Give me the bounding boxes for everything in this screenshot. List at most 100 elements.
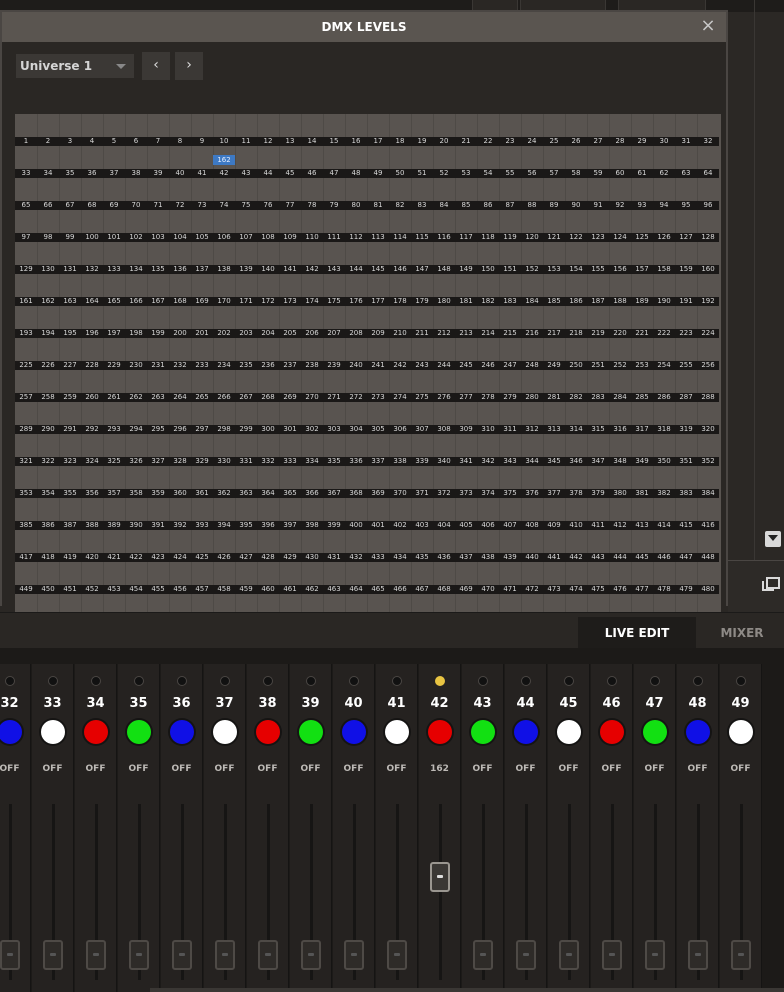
dmx-channel-cell[interactable]: 431 [323,530,345,562]
dmx-channel-cell[interactable]: 421 [103,530,125,562]
dmx-channel-cell[interactable]: 13 [279,114,301,146]
dmx-channel-cell[interactable]: 30 [653,114,675,146]
dmx-channel-cell[interactable]: 455 [147,562,169,594]
dmx-channel-cell[interactable]: 477 [631,562,653,594]
dmx-channel-cell[interactable]: 406 [477,498,499,530]
dmx-channel-cell[interactable]: 265 [191,370,213,402]
dmx-channel-cell[interactable]: 155 [587,242,609,274]
dmx-channel-cell[interactable]: 344 [521,434,543,466]
dmx-channel-cell[interactable]: 154 [565,242,587,274]
dmx-channel-cell[interactable]: 108 [257,210,279,242]
dmx-channel-cell[interactable]: 338 [389,434,411,466]
dmx-channel-cell[interactable]: 279 [499,370,521,402]
dmx-channel-cell[interactable]: 76 [257,178,279,210]
dmx-channel-cell[interactable]: 220 [609,306,631,338]
dmx-channel-cell[interactable]: 236 [257,338,279,370]
dmx-channel-cell[interactable]: 319 [675,402,697,434]
dmx-channel-cell[interactable]: 222 [653,306,675,338]
dmx-channel-cell[interactable]: 418 [37,530,59,562]
dmx-channel-cell[interactable]: 440 [521,530,543,562]
dmx-channel-cell[interactable]: 185 [543,274,565,306]
dmx-channel-cell[interactable]: 96 [697,178,719,210]
dmx-channel-cell[interactable]: 436 [433,530,455,562]
dmx-channel-cell[interactable]: 370 [389,466,411,498]
dmx-channel-cell[interactable]: 148 [433,242,455,274]
fader-handle[interactable] [387,940,407,970]
dmx-channel-cell[interactable]: 182 [477,274,499,306]
dmx-channel-cell[interactable]: 50 [389,146,411,178]
dmx-channel-cell[interactable]: 243 [411,338,433,370]
selection-led-icon[interactable] [564,676,574,686]
dmx-channel-cell[interactable]: 396 [257,498,279,530]
dmx-channel-cell[interactable]: 45 [279,146,301,178]
dmx-channel-cell[interactable]: 267 [235,370,257,402]
dmx-channel-cell[interactable]: 429 [279,530,301,562]
dmx-channel-cell[interactable]: 250 [565,338,587,370]
dmx-channel-cell[interactable]: 160 [697,242,719,274]
selection-led-icon[interactable] [48,676,58,686]
dmx-channel-cell[interactable]: 465 [367,562,389,594]
dmx-channel-cell[interactable]: 39 [147,146,169,178]
dmx-channel-cell[interactable]: 223 [675,306,697,338]
dmx-channel-cell[interactable]: 301 [279,402,301,434]
dmx-channel-cell[interactable]: 127 [675,210,697,242]
dmx-channel-cell[interactable]: 190 [653,274,675,306]
dmx-channel-cell[interactable]: 264 [169,370,191,402]
dmx-channel-cell[interactable]: 313 [543,402,565,434]
dmx-channel-cell[interactable]: 167 [147,274,169,306]
channel-color-swatch[interactable] [686,720,710,744]
dmx-channel-cell[interactable]: 311 [499,402,521,434]
dmx-channel-cell[interactable]: 43 [235,146,257,178]
fader-handle[interactable] [516,940,536,970]
dmx-channel-cell[interactable]: 170 [213,274,235,306]
dmx-channel-cell[interactable]: 261 [103,370,125,402]
dmx-channel-cell[interactable]: 90 [565,178,587,210]
dmx-channel-cell[interactable]: 198 [125,306,147,338]
dmx-channel-cell[interactable]: 162 42 [213,146,235,178]
dmx-channel-cell[interactable]: 333 [279,434,301,466]
dmx-channel-cell[interactable]: 32 [697,114,719,146]
dmx-channel-cell[interactable]: 110 [301,210,323,242]
fader-handle[interactable] [430,861,450,892]
dmx-channel-cell[interactable]: 397 [279,498,301,530]
dmx-channel-cell[interactable]: 8 [169,114,191,146]
dmx-channel-cell[interactable]: 140 [257,242,279,274]
dmx-channel-cell[interactable]: 229 [103,338,125,370]
dmx-channel-cell[interactable]: 196 [81,306,103,338]
dmx-channel-cell[interactable]: 149 [455,242,477,274]
dmx-channel-cell[interactable]: 472 [521,562,543,594]
dmx-channel-cell[interactable]: 195 [59,306,81,338]
dmx-channel-cell[interactable]: 257 [15,370,37,402]
dmx-channel-cell[interactable]: 217 [543,306,565,338]
dmx-channel-cell[interactable]: 305 [367,402,389,434]
dmx-channel-cell[interactable]: 227 [59,338,81,370]
channel-color-swatch[interactable] [213,720,237,744]
dmx-channel-cell[interactable]: 413 [631,498,653,530]
dmx-channel-cell[interactable]: 404 [433,498,455,530]
dmx-channel-cell[interactable]: 271 [323,370,345,402]
dmx-channel-cell[interactable]: 199 [147,306,169,338]
dmx-channel-cell[interactable]: 475 [587,562,609,594]
dmx-channel-cell[interactable]: 206 [301,306,323,338]
dmx-channel-cell[interactable]: 331 [235,434,257,466]
dmx-channel-cell[interactable]: 35 [59,146,81,178]
dmx-channel-cell[interactable]: 163 [59,274,81,306]
dmx-channel-cell[interactable]: 361 [191,466,213,498]
dmx-channel-cell[interactable]: 414 [653,498,675,530]
dmx-channel-cell[interactable]: 54 [477,146,499,178]
dmx-channel-cell[interactable]: 46 [301,146,323,178]
dmx-channel-cell[interactable]: 410 [565,498,587,530]
dmx-channel-cell[interactable]: 427 [235,530,257,562]
channel-color-swatch[interactable] [342,720,366,744]
dmx-channel-cell[interactable]: 476 [609,562,631,594]
dmx-channel-cell[interactable]: 173 [279,274,301,306]
dmx-channel-cell[interactable]: 379 [587,466,609,498]
selection-led-icon[interactable] [650,676,660,686]
dmx-channel-cell[interactable]: 105 [191,210,213,242]
selection-led-icon[interactable] [392,676,402,686]
dmx-channel-cell[interactable]: 23 [499,114,521,146]
dmx-channel-cell[interactable]: 135 [147,242,169,274]
dmx-channel-cell[interactable]: 14 [301,114,323,146]
dmx-channel-cell[interactable]: 231 [147,338,169,370]
dmx-channel-cell[interactable]: 57 [543,146,565,178]
